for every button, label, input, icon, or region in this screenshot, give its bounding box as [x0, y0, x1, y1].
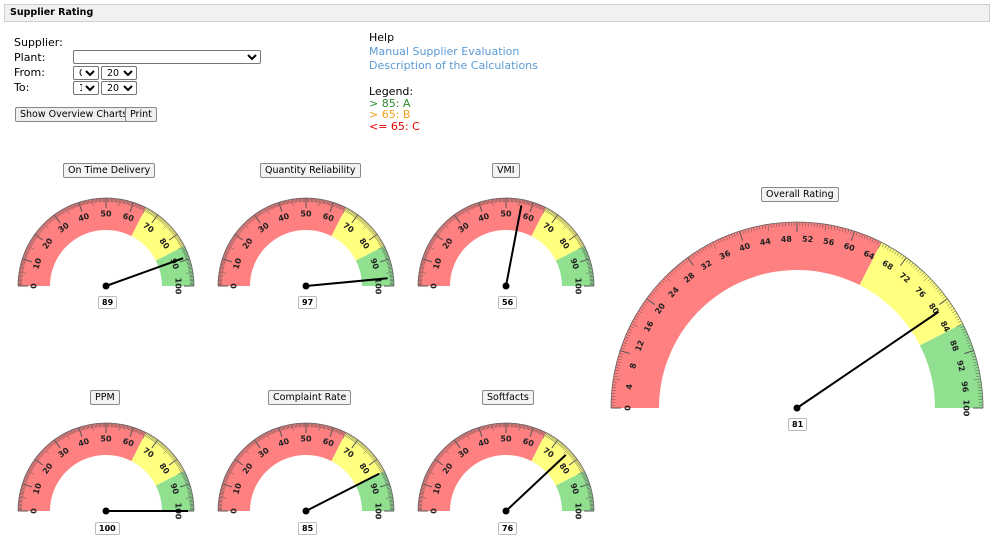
gauge-tick-label: 52: [802, 234, 814, 244]
gauge-tick-label: 0: [624, 405, 633, 411]
overall-rating-gauge: 0481216202428323640 44 48 52 56 6064687276808…: [610, 221, 984, 417]
gauge-needle: [796, 311, 939, 409]
gauge-tick-label: 96: [960, 381, 970, 394]
gauge-tick-label: 48: [781, 234, 793, 244]
gauge-hub: [793, 404, 801, 412]
overall-rating-value: 81: [788, 418, 808, 431]
gauge-tick-label: 100: [962, 400, 971, 417]
